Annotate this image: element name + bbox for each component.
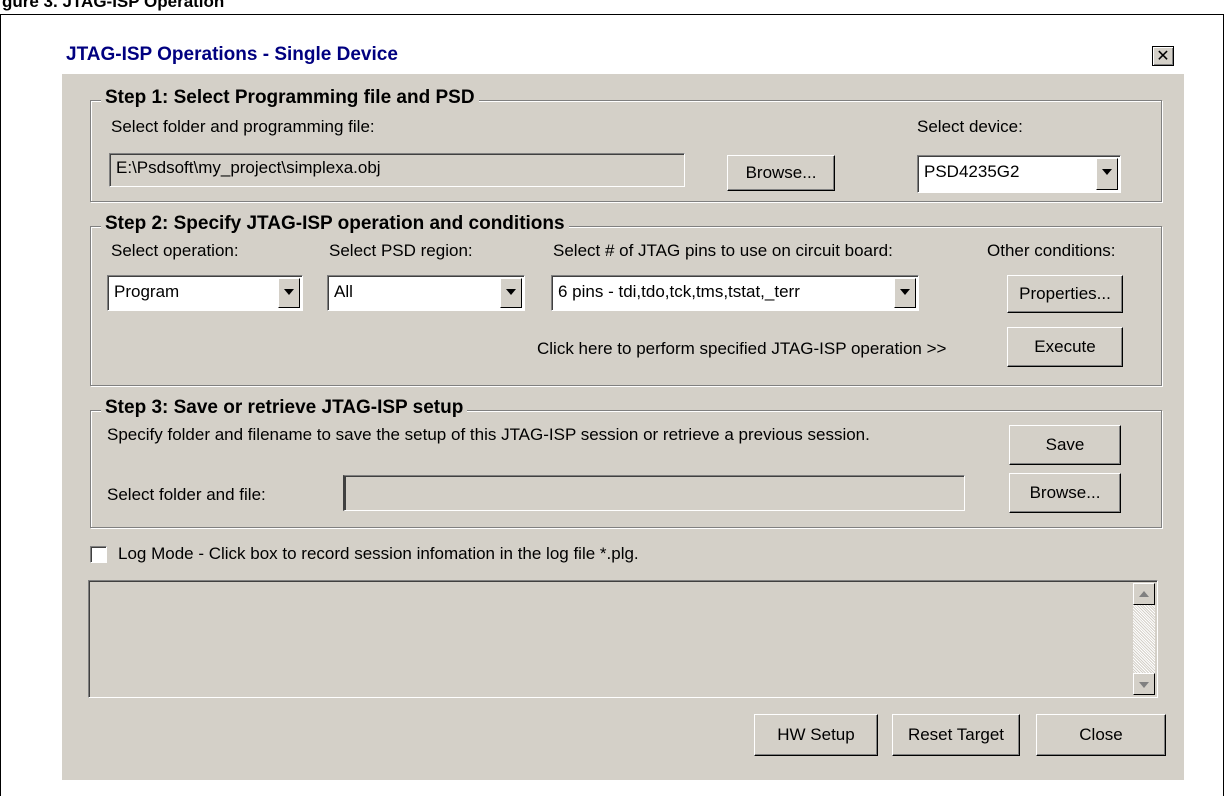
figure-caption: gure 3. JTAG-ISP Operation [2, 0, 225, 11]
operation-select[interactable]: Program [107, 275, 303, 311]
select-jtag-pins-label: Select # of JTAG pins to use on circuit … [553, 241, 893, 260]
save-button[interactable]: Save [1009, 425, 1121, 465]
execute-button[interactable]: Execute [1007, 327, 1123, 367]
save-setup-description: Specify folder and filename to save the … [107, 425, 870, 444]
log-mode-label: Log Mode - Click box to record session i… [118, 544, 639, 563]
chevron-down-icon[interactable] [1096, 158, 1118, 190]
chevron-down-icon[interactable] [278, 278, 300, 308]
log-output-box[interactable] [88, 580, 1158, 698]
window-title: JTAG-ISP Operations - Single Device [66, 44, 398, 65]
execute-hint-label: Click here to perform specified JTAG-ISP… [537, 339, 947, 358]
step3-group: Step 3: Save or retrieve JTAG-ISP setup … [90, 397, 1162, 528]
device-select[interactable]: PSD4235G2 [917, 155, 1121, 193]
close-icon[interactable]: ✕ [1152, 46, 1174, 66]
step3-legend: Step 3: Save or retrieve JTAG-ISP setup [101, 397, 468, 419]
chevron-down-icon[interactable] [500, 278, 522, 308]
step2-legend: Step 2: Specify JTAG-ISP operation and c… [101, 213, 569, 235]
jtag-pins-select-value: 6 pins - tdi,tdo,tck,tms,tstat,_terr [558, 282, 800, 301]
select-device-label: Select device: [917, 117, 1023, 136]
select-region-label: Select PSD region: [329, 241, 473, 260]
log-scrollbar[interactable] [1133, 583, 1155, 695]
region-select-value: All [334, 282, 353, 301]
scroll-down-icon[interactable] [1133, 673, 1155, 695]
close-button[interactable]: Close [1036, 714, 1166, 756]
setup-file-field[interactable] [343, 475, 965, 511]
jtag-pins-select[interactable]: 6 pins - tdi,tdo,tck,tms,tstat,_terr [551, 275, 919, 311]
select-operation-label: Select operation: [111, 241, 239, 260]
programming-file-field[interactable]: E:\Psdsoft\my_project\simplexa.obj [109, 153, 685, 187]
properties-button[interactable]: Properties... [1007, 275, 1123, 313]
select-setup-file-label: Select folder and file: [107, 485, 266, 504]
chevron-down-icon[interactable] [894, 278, 916, 308]
step1-group: Step 1: Select Programming file and PSD … [90, 87, 1162, 202]
other-conditions-label: Other conditions: [987, 241, 1116, 260]
browse-setup-file-button[interactable]: Browse... [1009, 473, 1121, 513]
browse-programming-file-button[interactable]: Browse... [727, 155, 835, 191]
log-mode-checkbox[interactable] [90, 546, 107, 563]
scroll-up-icon[interactable] [1133, 583, 1155, 605]
device-select-value: PSD4235G2 [924, 162, 1020, 181]
step2-group: Step 2: Specify JTAG-ISP operation and c… [90, 213, 1162, 386]
step1-legend: Step 1: Select Programming file and PSD [101, 87, 479, 109]
reset-target-button[interactable]: Reset Target [892, 714, 1020, 756]
operation-select-value: Program [114, 282, 180, 301]
region-select[interactable]: All [327, 275, 525, 311]
programming-file-label: Select folder and programming file: [111, 117, 375, 136]
hw-setup-button[interactable]: HW Setup [754, 714, 878, 756]
title-bar: JTAG-ISP Operations - Single Device ✕ [62, 38, 1184, 74]
dialog-window: JTAG-ISP Operations - Single Device ✕ St… [62, 38, 1184, 780]
